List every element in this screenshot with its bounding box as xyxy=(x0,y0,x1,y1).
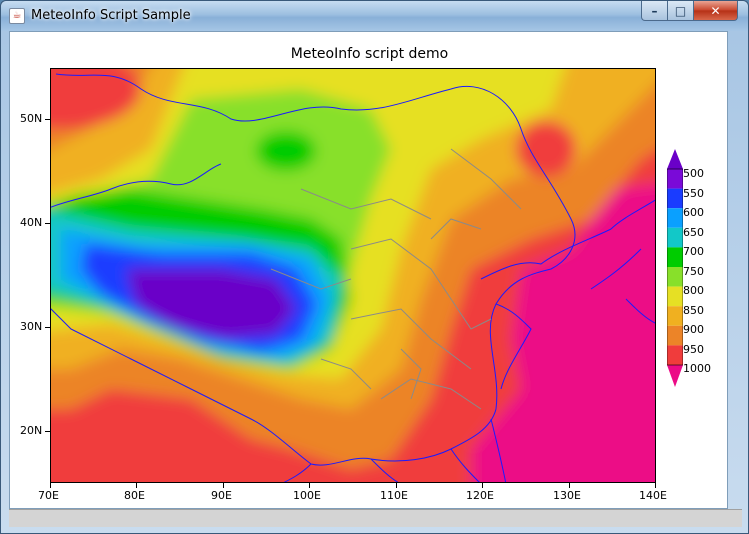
x-tick-110E xyxy=(396,483,397,488)
x-tick-70E xyxy=(50,483,51,488)
legend-label: 1000 xyxy=(683,362,711,375)
java-app-icon: ☕ xyxy=(9,8,25,24)
bottom-strip xyxy=(9,509,742,527)
legend-label: 850 xyxy=(683,304,704,317)
legend-label: 500 xyxy=(683,167,704,180)
minimize-button[interactable]: – xyxy=(641,1,668,21)
legend-label: 900 xyxy=(683,323,704,336)
colorbar-top-arrow xyxy=(667,149,683,169)
window-title: MeteoInfo Script Sample xyxy=(31,8,191,23)
title-bar[interactable]: ☕ MeteoInfo Script Sample – □ ✕ xyxy=(1,1,748,31)
colorbar-swatch-900 xyxy=(667,306,683,326)
colorbar-swatch-850 xyxy=(667,286,683,307)
legend-label: 650 xyxy=(683,226,704,239)
maximize-button[interactable]: □ xyxy=(668,1,694,21)
field-950-ne xyxy=(516,121,576,177)
x-tick-label: 90E xyxy=(211,489,232,502)
colorbar-swatch-600 xyxy=(667,188,683,209)
legend-label: 950 xyxy=(683,343,704,356)
colorbar-swatch-950 xyxy=(667,325,683,346)
app-window: ☕ MeteoInfo Script Sample – □ ✕ MeteoInf… xyxy=(0,0,749,534)
close-button[interactable]: ✕ xyxy=(694,1,738,21)
colorbar-swatch-650 xyxy=(667,208,683,228)
contour-map xyxy=(51,69,655,482)
y-tick-label: 20N xyxy=(20,424,43,437)
x-tick-130E xyxy=(569,483,570,488)
colorbar xyxy=(667,149,683,387)
legend-label: 550 xyxy=(683,187,704,200)
map-plot-area[interactable] xyxy=(50,68,656,483)
colorbar-swatch-700 xyxy=(667,227,683,248)
legend-label: 600 xyxy=(683,206,704,219)
legend-label: 750 xyxy=(683,265,704,278)
y-tick-label: 40N xyxy=(20,216,43,229)
y-tick-20N xyxy=(45,431,50,432)
minimize-icon: – xyxy=(651,3,658,18)
maximize-icon: □ xyxy=(674,3,687,18)
legend-label: 800 xyxy=(683,284,704,297)
colorbar-swatch-550 xyxy=(667,169,683,189)
close-icon: ✕ xyxy=(710,3,721,18)
y-tick-label: 30N xyxy=(20,320,43,333)
x-tick-label: 130E xyxy=(553,489,581,502)
y-tick-50N xyxy=(45,119,50,120)
legend-label: 700 xyxy=(683,245,704,258)
field-700-north xyxy=(256,131,316,171)
x-tick-80E xyxy=(136,483,137,488)
plot-title: MeteoInfo script demo xyxy=(290,46,449,62)
x-tick-label: 70E xyxy=(38,489,59,502)
y-tick-label: 50N xyxy=(20,112,43,125)
x-tick-label: 100E xyxy=(293,489,321,502)
x-tick-100E xyxy=(309,483,310,488)
chart-panel: MeteoInfo script demo 50N 40N 30N 20N 70… xyxy=(9,31,728,509)
x-tick-label: 140E xyxy=(639,489,667,502)
colorbar-bottom-arrow xyxy=(667,365,683,387)
x-tick-90E xyxy=(223,483,224,488)
colorbar-swatch-1000 xyxy=(667,345,683,365)
y-tick-40N xyxy=(45,223,50,224)
x-tick-120E xyxy=(482,483,483,488)
colorbar-swatch-750 xyxy=(667,247,683,267)
y-tick-30N xyxy=(45,327,50,328)
colorbar-swatch-800 xyxy=(667,267,683,287)
x-tick-label: 110E xyxy=(380,489,408,502)
x-tick-label: 120E xyxy=(466,489,494,502)
x-tick-label: 80E xyxy=(124,489,145,502)
x-tick-140E xyxy=(655,483,656,488)
